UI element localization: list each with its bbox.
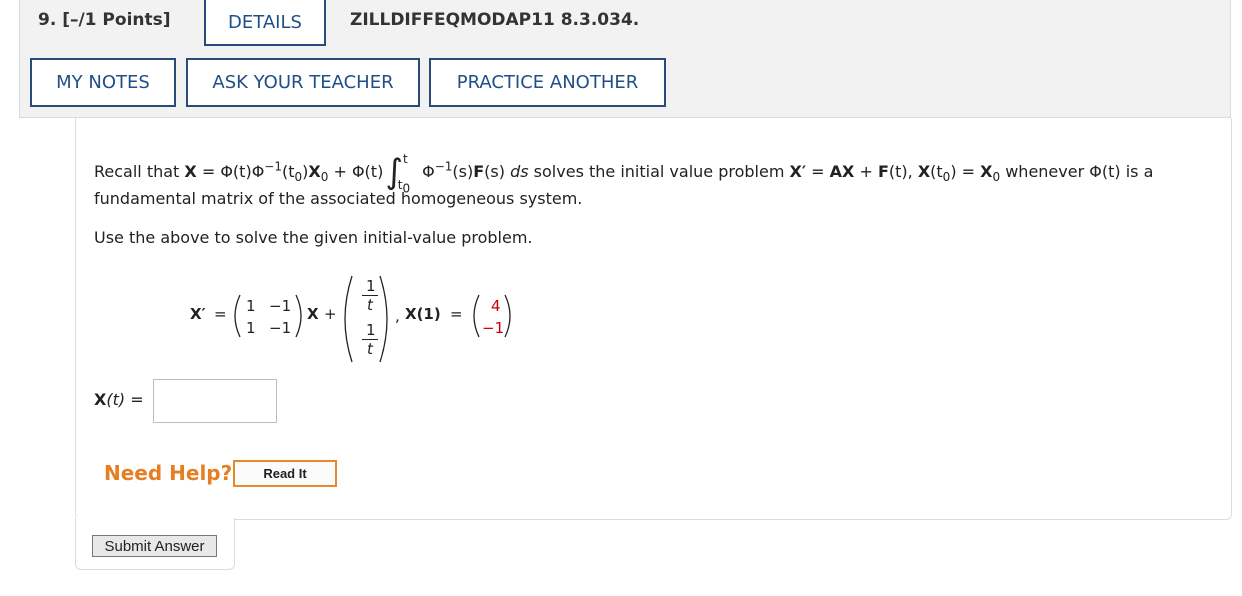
initial-vector-entry: −1 [482,319,505,337]
comma: , [395,307,400,325]
submit-answer-button[interactable]: Submit Answer [92,535,217,557]
answer-input[interactable] [153,379,277,423]
ask-teacher-button[interactable]: ASK YOUR TEACHER [186,58,420,107]
points-label: 9. [–/1 Points] [38,10,171,30]
problem-instruction: Use the above to solve the given initial… [94,228,533,247]
equals-sign: = [450,305,463,323]
read-it-button[interactable]: Read It [233,460,337,487]
matrix-A-cell: −1 [269,319,292,337]
forcing-numerator: 1 [366,277,376,295]
initial-condition-label: X(1) [405,305,441,323]
practice-another-button[interactable]: PRACTICE ANOTHER [429,58,666,107]
initial-vector-entry: 4 [491,297,501,315]
problem-id: ZILLDIFFEQMODAP11 8.3.034. [350,10,640,30]
problem-statement-line2: fundamental matrix of the associated hom… [94,189,583,208]
matrix-A-cell: −1 [269,297,292,315]
forcing-denominator: t [367,340,373,358]
details-button[interactable]: DETAILS [204,0,326,46]
need-help-label: Need Help? [104,461,233,485]
x-vector-label: X [307,305,319,323]
forcing-denominator: t [367,296,373,314]
matrix-A-parens [234,294,302,338]
xprime-label: X′ [190,305,206,323]
my-notes-button[interactable]: MY NOTES [30,58,176,107]
forcing-numerator: 1 [366,321,376,339]
answer-label: X(t) = [94,390,144,409]
matrix-A-cell: 1 [246,297,256,315]
plus-sign: + [324,305,337,323]
problem-statement-line1: Recall that X = Φ(t)Φ−1(t0)X0 + Φ(t)∫tt0… [94,152,1154,196]
equals-sign: = [214,305,227,323]
matrix-A-cell: 1 [246,319,256,337]
